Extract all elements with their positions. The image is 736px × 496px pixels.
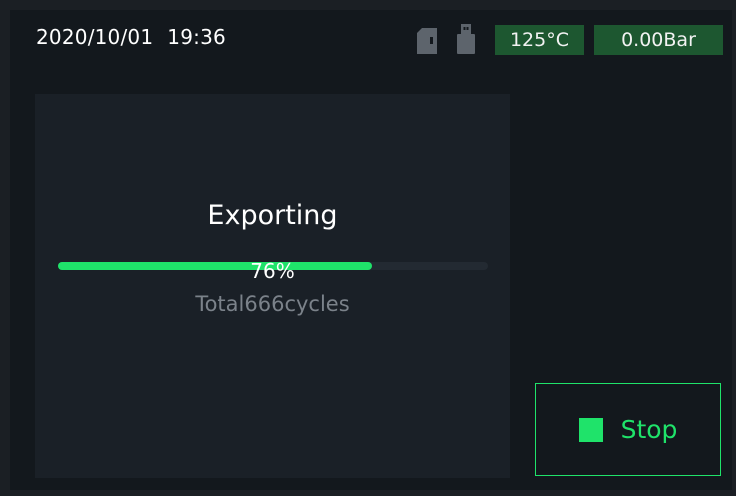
time-text: 19:36 bbox=[167, 25, 226, 49]
datetime: 2020/10/01 19:36 bbox=[36, 25, 226, 49]
stop-button[interactable]: Stop bbox=[535, 383, 721, 476]
stop-icon bbox=[578, 417, 603, 442]
total-cycles-text: Total666cycles bbox=[195, 292, 350, 316]
sd-card-icon bbox=[417, 28, 437, 54]
screen: 2020/10/01 19:36 125°C 0.00Bar Exporting … bbox=[10, 10, 732, 490]
pressure-badge: 0.00Bar bbox=[594, 25, 723, 55]
export-panel: Exporting 76% Total666cycles bbox=[35, 94, 510, 478]
temperature-badge: 125°C bbox=[495, 25, 584, 55]
stop-label: Stop bbox=[620, 415, 678, 444]
date-text: 2020/10/01 bbox=[36, 25, 154, 49]
export-title: Exporting bbox=[207, 200, 338, 231]
status-bar: 2020/10/01 19:36 125°C 0.00Bar bbox=[10, 10, 732, 70]
progress-percent: 76% bbox=[250, 259, 295, 283]
usb-drive-icon bbox=[456, 24, 476, 54]
